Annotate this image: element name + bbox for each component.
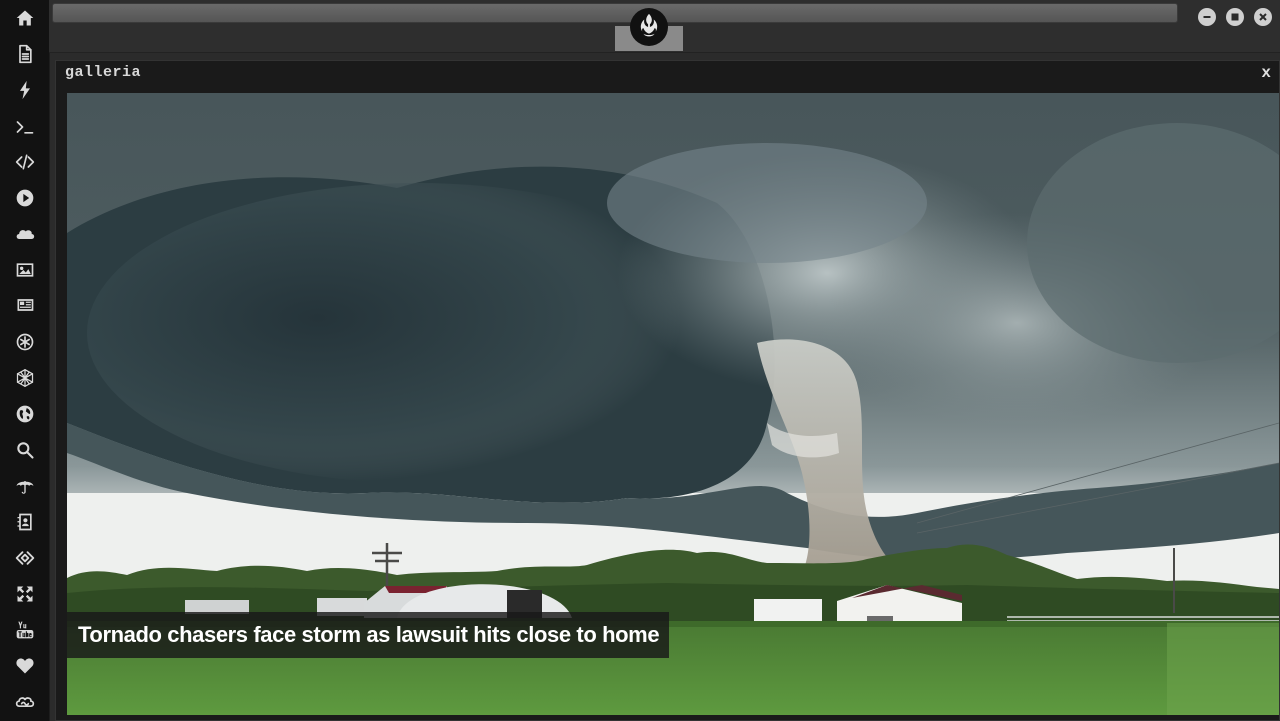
app-sidebar (0, 0, 50, 721)
code-icon[interactable] (12, 149, 38, 175)
minimize-icon (1203, 16, 1211, 18)
address-bar[interactable] (52, 3, 1178, 23)
heart-icon[interactable] (12, 653, 38, 679)
window-close-button[interactable]: x (1261, 64, 1271, 82)
cloud-icon[interactable] (12, 221, 38, 247)
umbrella-icon[interactable] (12, 473, 38, 499)
infinity-cloud-icon[interactable] (12, 689, 38, 715)
play-icon[interactable] (12, 185, 38, 211)
window-title: galleria (65, 64, 142, 81)
newspaper-icon[interactable] (12, 292, 38, 318)
expand-icon[interactable] (12, 581, 38, 607)
lightning-icon[interactable] (12, 77, 38, 103)
rebel-alliance-icon[interactable] (630, 8, 668, 46)
image-icon[interactable] (12, 257, 38, 283)
gallery-photo[interactable]: Tornado chasers face storm as lawsuit hi… (67, 93, 1279, 715)
asterisk-circle-icon[interactable] (12, 329, 38, 355)
code-diamond-icon[interactable] (12, 545, 38, 571)
terminal-icon[interactable] (12, 114, 38, 140)
hexagon-network-icon[interactable] (12, 365, 38, 391)
youtube-icon[interactable] (12, 617, 38, 643)
contacts-icon[interactable] (12, 509, 38, 535)
home-icon[interactable] (12, 5, 38, 31)
close-window-button[interactable] (1254, 8, 1272, 26)
photo-caption: Tornado chasers face storm as lawsuit hi… (67, 612, 670, 658)
document-icon[interactable] (12, 41, 38, 67)
close-icon (1259, 13, 1267, 21)
minimize-button[interactable] (1198, 8, 1216, 26)
search-icon[interactable] (12, 437, 38, 463)
maximize-button[interactable] (1226, 8, 1244, 26)
maximize-icon (1231, 13, 1239, 21)
globe-icon[interactable] (12, 401, 38, 427)
gallery-window: galleria x Tornado chasers face storm as… (55, 60, 1280, 721)
